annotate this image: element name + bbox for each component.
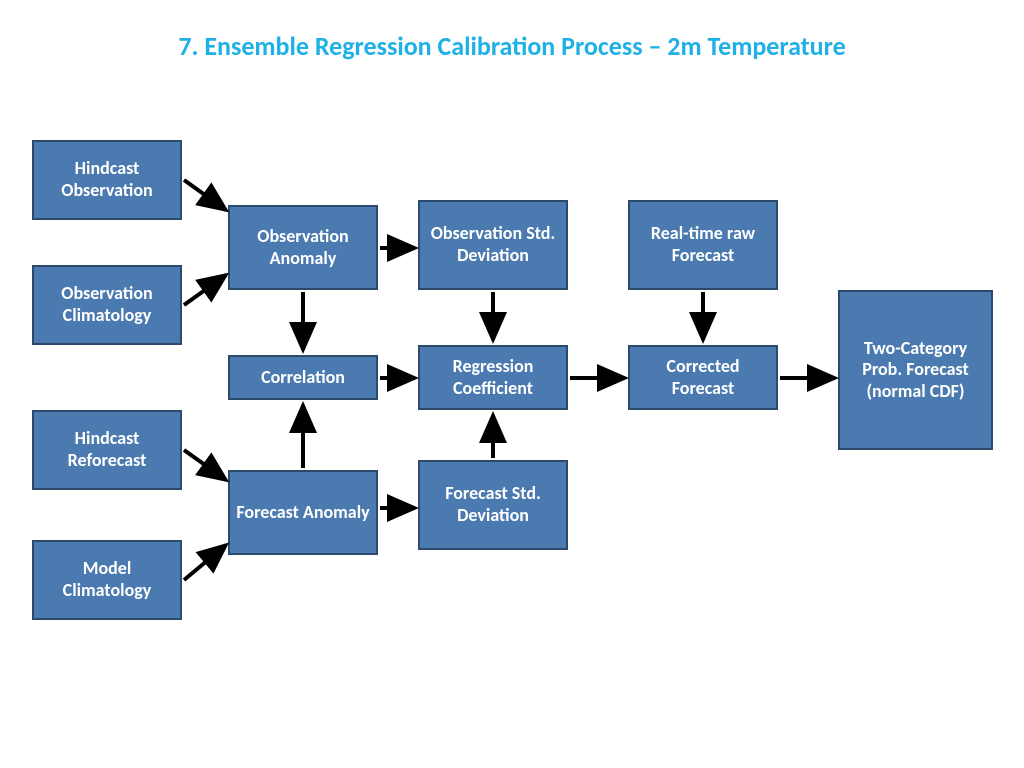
- box-forecast-anomaly: Forecast Anomaly: [228, 470, 378, 555]
- box-two-category: Two-Category Prob. Forecast (normal CDF): [838, 290, 993, 450]
- box-correlation: Correlation: [228, 355, 378, 400]
- box-observation-climatology: Observation Climatology: [32, 265, 182, 345]
- box-observation-std: Observation Std. Deviation: [418, 200, 568, 290]
- slide-title: 7. Ensemble Regression Calibration Proce…: [0, 30, 1024, 62]
- box-forecast-std: Forecast Std. Deviation: [418, 460, 568, 550]
- box-corrected-forecast: Corrected Forecast: [628, 345, 778, 410]
- box-model-climatology: Model Climatology: [32, 540, 182, 620]
- box-observation-anomaly: Observation Anomaly: [228, 205, 378, 290]
- box-hindcast-observation: Hindcast Observation: [32, 140, 182, 220]
- box-regression-coefficient: Regression Coefficient: [418, 345, 568, 410]
- box-realtime-raw-forecast: Real-time raw Forecast: [628, 200, 778, 290]
- box-hindcast-reforecast: Hindcast Reforecast: [32, 410, 182, 490]
